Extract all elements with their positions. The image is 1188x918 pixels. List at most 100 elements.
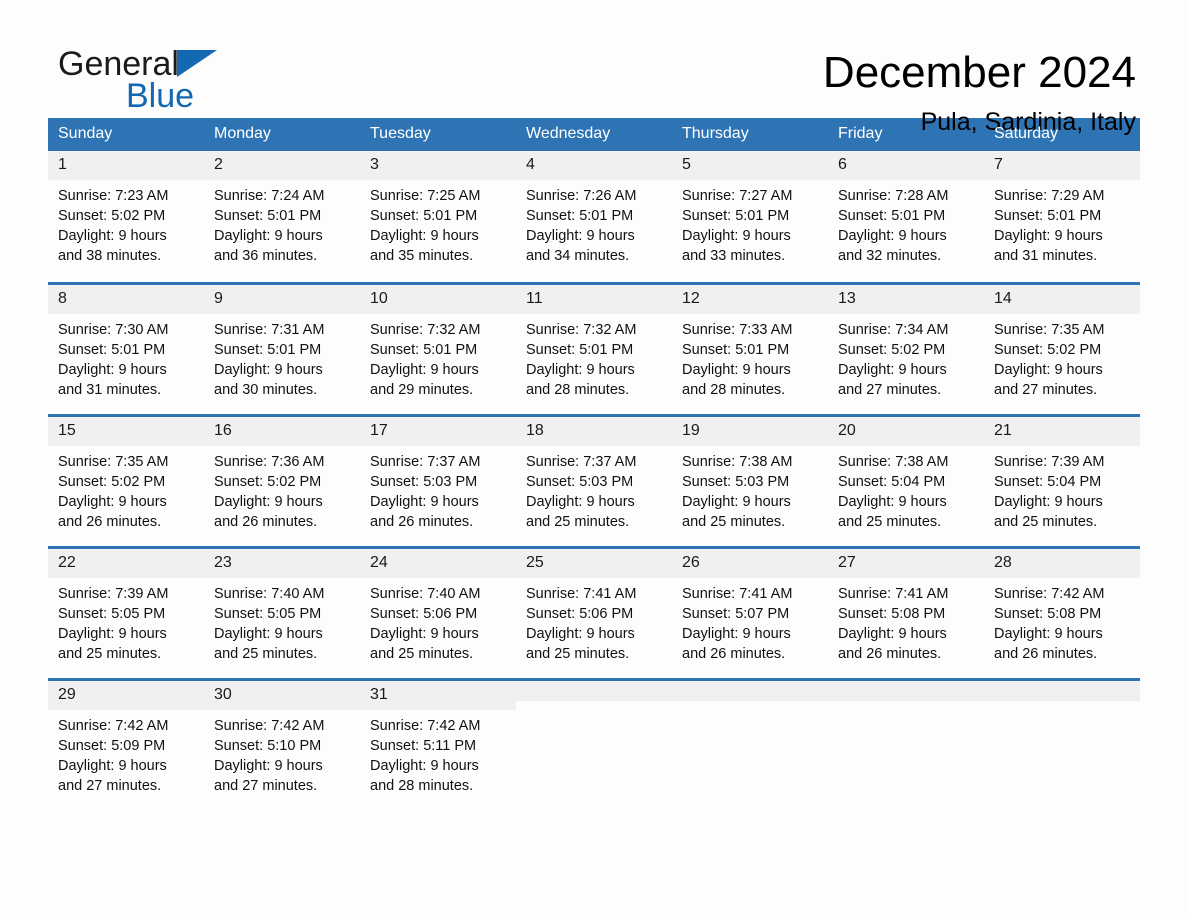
sunset-text: Sunset: 5:02 PM xyxy=(994,341,1102,358)
sunset-text: Sunset: 5:05 PM xyxy=(58,605,166,622)
daylight-text-line1: Daylight: 9 hours xyxy=(994,493,1103,510)
day-cell[interactable]: 25 Sunrise: 7:41 AM Sunset: 5:06 PM Dayl… xyxy=(516,545,672,679)
day-cell[interactable]: 31 Sunrise: 7:42 AM Sunset: 5:11 PM Dayl… xyxy=(360,677,516,811)
daylight-text-line2: and 25 minutes. xyxy=(682,513,786,530)
day-number: 4 xyxy=(516,151,672,180)
day-cell[interactable]: 10 Sunrise: 7:32 AM Sunset: 5:01 PM Dayl… xyxy=(360,281,516,415)
day-cell[interactable]: 7 Sunrise: 7:29 AM Sunset: 5:01 PM Dayli… xyxy=(984,151,1140,283)
daylight-text-line1: Daylight: 9 hours xyxy=(682,361,791,378)
daylight-text-line2: and 29 minutes. xyxy=(370,381,474,398)
day-details: Sunrise: 7:41 AM Sunset: 5:08 PM Dayligh… xyxy=(828,578,984,664)
day-cell[interactable]: 23 Sunrise: 7:40 AM Sunset: 5:05 PM Dayl… xyxy=(204,545,360,679)
daylight-text-line2: and 31 minutes. xyxy=(994,248,1098,264)
day-cell[interactable]: 3 Sunrise: 7:25 AM Sunset: 5:01 PM Dayli… xyxy=(360,151,516,283)
day-details: Sunrise: 7:42 AM Sunset: 5:08 PM Dayligh… xyxy=(984,578,1140,664)
day-cell[interactable]: 5 Sunrise: 7:27 AM Sunset: 5:01 PM Dayli… xyxy=(672,151,828,283)
sunset-text: Sunset: 5:03 PM xyxy=(370,473,478,490)
day-cell[interactable]: 14 Sunrise: 7:35 AM Sunset: 5:02 PM Dayl… xyxy=(984,281,1140,415)
day-details: Sunrise: 7:39 AM Sunset: 5:05 PM Dayligh… xyxy=(48,578,204,664)
calendar-grid: Sunday Monday Tuesday Wednesday Thursday… xyxy=(48,118,1140,811)
sunrise-text: Sunrise: 7:29 AM xyxy=(994,188,1105,204)
day-cell[interactable]: 27 Sunrise: 7:41 AM Sunset: 5:08 PM Dayl… xyxy=(828,545,984,679)
sunset-text: Sunset: 5:08 PM xyxy=(994,605,1102,622)
daylight-text-line2: and 25 minutes. xyxy=(994,513,1098,530)
sunset-text: Sunset: 5:02 PM xyxy=(838,341,946,358)
daylight-text-line2: and 31 minutes. xyxy=(58,381,162,398)
day-cell[interactable]: 11 Sunrise: 7:32 AM Sunset: 5:01 PM Dayl… xyxy=(516,281,672,415)
logo-text-general: General xyxy=(58,45,179,83)
day-cell[interactable]: 28 Sunrise: 7:42 AM Sunset: 5:08 PM Dayl… xyxy=(984,545,1140,679)
sunset-text: Sunset: 5:01 PM xyxy=(370,208,478,224)
day-cell[interactable]: 17 Sunrise: 7:37 AM Sunset: 5:03 PM Dayl… xyxy=(360,413,516,547)
day-details: Sunrise: 7:36 AM Sunset: 5:02 PM Dayligh… xyxy=(204,446,360,532)
day-cell[interactable]: 15 Sunrise: 7:35 AM Sunset: 5:02 PM Dayl… xyxy=(48,413,204,547)
day-cell[interactable]: 2 Sunrise: 7:24 AM Sunset: 5:01 PM Dayli… xyxy=(204,151,360,283)
sunrise-text: Sunrise: 7:37 AM xyxy=(370,453,481,470)
sunrise-text: Sunrise: 7:25 AM xyxy=(370,188,481,204)
day-cell[interactable]: 30 Sunrise: 7:42 AM Sunset: 5:10 PM Dayl… xyxy=(204,677,360,811)
day-number: 6 xyxy=(828,151,984,180)
daylight-text-line1: Daylight: 9 hours xyxy=(526,228,635,244)
sunset-text: Sunset: 5:11 PM xyxy=(370,737,477,754)
daylight-text-line1: Daylight: 9 hours xyxy=(370,757,479,774)
day-number: 22 xyxy=(48,548,204,578)
day-number: 30 xyxy=(204,680,360,710)
day-number xyxy=(672,680,828,701)
day-cell[interactable]: 12 Sunrise: 7:33 AM Sunset: 5:01 PM Dayl… xyxy=(672,281,828,415)
day-details: Sunrise: 7:26 AM Sunset: 5:01 PM Dayligh… xyxy=(516,180,672,266)
day-details: Sunrise: 7:32 AM Sunset: 5:01 PM Dayligh… xyxy=(516,314,672,400)
day-details: Sunrise: 7:40 AM Sunset: 5:05 PM Dayligh… xyxy=(204,578,360,664)
day-number: 21 xyxy=(984,416,1140,446)
sunrise-text: Sunrise: 7:40 AM xyxy=(370,585,481,602)
day-cell[interactable]: 18 Sunrise: 7:37 AM Sunset: 5:03 PM Dayl… xyxy=(516,413,672,547)
sunrise-text: Sunrise: 7:36 AM xyxy=(214,453,325,470)
day-cell[interactable]: 4 Sunrise: 7:26 AM Sunset: 5:01 PM Dayli… xyxy=(516,151,672,283)
day-number: 23 xyxy=(204,548,360,578)
daylight-text-line2: and 25 minutes. xyxy=(214,645,318,662)
day-cell[interactable]: 29 Sunrise: 7:42 AM Sunset: 5:09 PM Dayl… xyxy=(48,677,204,811)
sunset-text: Sunset: 5:01 PM xyxy=(994,208,1102,224)
day-number xyxy=(828,680,984,701)
day-cell[interactable]: 20 Sunrise: 7:38 AM Sunset: 5:04 PM Dayl… xyxy=(828,413,984,547)
day-number: 14 xyxy=(984,284,1140,314)
day-cell[interactable]: 16 Sunrise: 7:36 AM Sunset: 5:02 PM Dayl… xyxy=(204,413,360,547)
day-details: Sunrise: 7:38 AM Sunset: 5:04 PM Dayligh… xyxy=(828,446,984,532)
daylight-text-line2: and 25 minutes. xyxy=(58,645,162,662)
sunset-text: Sunset: 5:07 PM xyxy=(682,605,790,622)
day-cell[interactable]: 13 Sunrise: 7:34 AM Sunset: 5:02 PM Dayl… xyxy=(828,281,984,415)
sunrise-text: Sunrise: 7:31 AM xyxy=(214,321,325,338)
sunrise-text: Sunrise: 7:39 AM xyxy=(994,453,1105,470)
sunset-text: Sunset: 5:10 PM xyxy=(214,737,322,754)
daylight-text-line1: Daylight: 9 hours xyxy=(526,493,635,510)
day-cell[interactable]: 8 Sunrise: 7:30 AM Sunset: 5:01 PM Dayli… xyxy=(48,281,204,415)
sunrise-text: Sunrise: 7:33 AM xyxy=(682,321,793,338)
day-number: 8 xyxy=(48,284,204,314)
day-cell[interactable]: 1 Sunrise: 7:23 AM Sunset: 5:02 PM Dayli… xyxy=(48,151,204,283)
sunset-text: Sunset: 5:02 PM xyxy=(214,473,322,490)
daylight-text-line2: and 26 minutes. xyxy=(994,645,1098,662)
sunset-text: Sunset: 5:04 PM xyxy=(994,473,1102,490)
day-cell[interactable]: 19 Sunrise: 7:38 AM Sunset: 5:03 PM Dayl… xyxy=(672,413,828,547)
day-number: 29 xyxy=(48,680,204,710)
day-cell[interactable]: 24 Sunrise: 7:40 AM Sunset: 5:06 PM Dayl… xyxy=(360,545,516,679)
day-number: 19 xyxy=(672,416,828,446)
day-number: 20 xyxy=(828,416,984,446)
day-cell[interactable]: 22 Sunrise: 7:39 AM Sunset: 5:05 PM Dayl… xyxy=(48,545,204,679)
day-cell[interactable]: 26 Sunrise: 7:41 AM Sunset: 5:07 PM Dayl… xyxy=(672,545,828,679)
day-cell[interactable]: 21 Sunrise: 7:39 AM Sunset: 5:04 PM Dayl… xyxy=(984,413,1140,547)
day-details: Sunrise: 7:42 AM Sunset: 5:09 PM Dayligh… xyxy=(48,710,204,796)
daylight-text-line2: and 26 minutes. xyxy=(682,645,786,662)
sunset-text: Sunset: 5:01 PM xyxy=(682,208,790,224)
daylight-text-line2: and 32 minutes. xyxy=(838,248,942,264)
sunrise-text: Sunrise: 7:42 AM xyxy=(214,717,325,734)
day-cell[interactable]: 9 Sunrise: 7:31 AM Sunset: 5:01 PM Dayli… xyxy=(204,281,360,415)
sunset-text: Sunset: 5:01 PM xyxy=(214,208,322,224)
daylight-text-line2: and 27 minutes. xyxy=(58,777,162,794)
day-number: 25 xyxy=(516,548,672,578)
day-number: 13 xyxy=(828,284,984,314)
daylight-text-line1: Daylight: 9 hours xyxy=(214,493,323,510)
sunset-text: Sunset: 5:01 PM xyxy=(526,341,634,358)
day-cell[interactable]: 6 Sunrise: 7:28 AM Sunset: 5:01 PM Dayli… xyxy=(828,151,984,283)
daylight-text-line2: and 34 minutes. xyxy=(526,248,630,264)
day-number: 15 xyxy=(48,416,204,446)
